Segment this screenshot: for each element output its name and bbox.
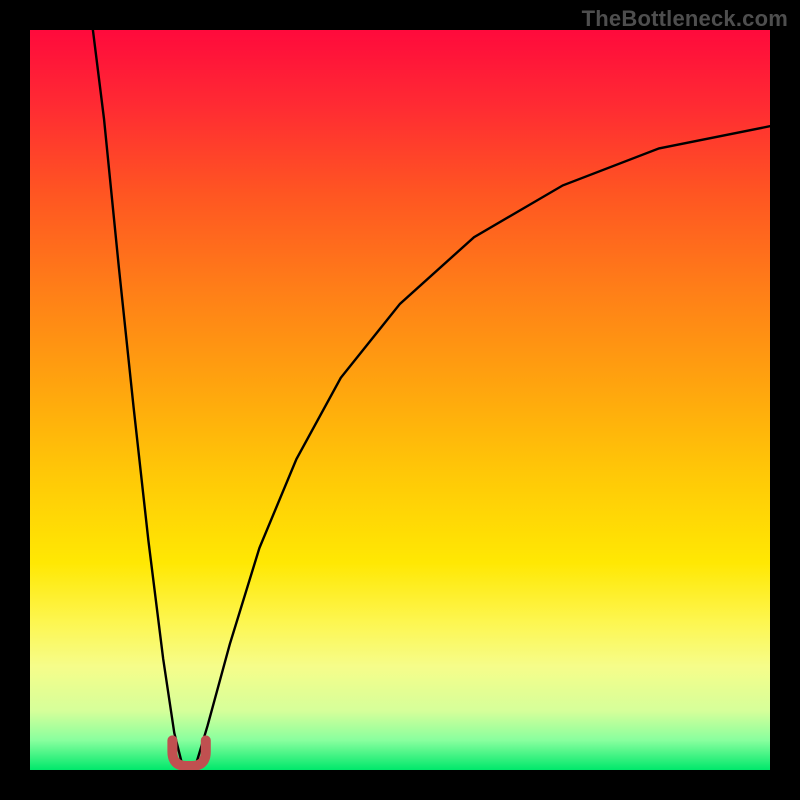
watermark-text: TheBottleneck.com <box>582 6 788 32</box>
plot-area <box>30 30 770 770</box>
gradient-background <box>30 30 770 770</box>
chart-frame: TheBottleneck.com <box>0 0 800 800</box>
chart-svg <box>30 30 770 770</box>
